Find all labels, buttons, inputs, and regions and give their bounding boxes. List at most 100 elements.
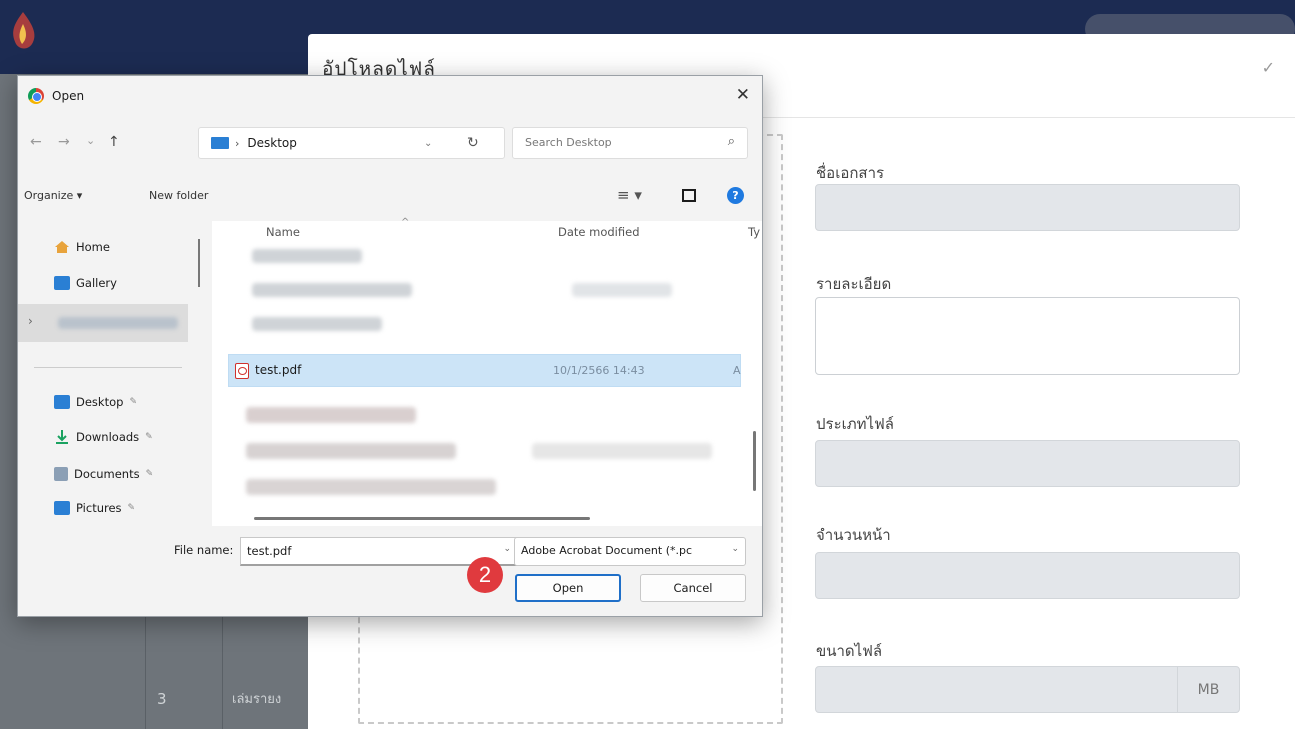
file-list: Name ^ Date modified Ty test.pdf 10/1/25… <box>212 217 762 526</box>
nav-item-documents[interactable]: Documents ✎ <box>54 464 153 484</box>
file-size-field[interactable]: MB <box>815 666 1240 713</box>
column-header-name[interactable]: Name <box>266 225 300 239</box>
refresh-icon[interactable]: ↻ <box>467 135 479 151</box>
search-icon: ⌕ <box>727 134 735 149</box>
pin-icon: ✎ <box>145 432 153 442</box>
close-icon[interactable]: ✓ <box>1262 58 1275 77</box>
organize-button[interactable]: Organize ▾ <box>24 189 82 202</box>
search-placeholder: Search Desktop <box>525 136 612 149</box>
table-divider <box>222 600 223 729</box>
nav-item-desktop[interactable]: Desktop ✎ <box>54 392 137 412</box>
column-header-date[interactable]: Date modified <box>558 225 640 239</box>
desktop-folder-icon <box>211 137 229 149</box>
table-divider <box>145 600 146 729</box>
nav-item-label: Desktop <box>76 395 124 409</box>
forward-arrow-icon[interactable]: → <box>58 134 70 150</box>
nav-item-label: Home <box>76 240 110 254</box>
nav-item-selected[interactable]: › <box>18 304 188 342</box>
doc-name-field[interactable] <box>815 184 1240 231</box>
up-arrow-icon[interactable]: ↑ <box>108 134 120 150</box>
blurred-file <box>246 479 496 495</box>
file-type-label: ประเภทไฟล์ <box>816 415 894 433</box>
app-logo-icon <box>13 12 35 49</box>
cancel-button[interactable]: Cancel <box>640 574 746 602</box>
pin-icon: ✎ <box>129 397 137 407</box>
dialog-footer: File name: test.pdf ⌄ Adobe Acrobat Docu… <box>18 526 762 616</box>
table-row-title: เล่มรายง <box>232 692 282 707</box>
pin-icon: ✎ <box>145 469 154 479</box>
expand-chevron-icon[interactable]: › <box>28 314 33 328</box>
horizontal-scrollbar[interactable] <box>254 517 590 520</box>
nav-item-pictures[interactable]: Pictures ✎ <box>54 501 135 515</box>
blurred-item <box>58 317 178 329</box>
chevron-down-icon[interactable]: ⌄ <box>503 544 511 554</box>
blurred-file <box>246 443 456 459</box>
home-icon <box>55 241 69 253</box>
file-date: 10/1/2566 14:43 <box>553 364 645 377</box>
nav-item-label: Downloads <box>76 430 140 444</box>
dialog-titlebar[interactable]: Open ✕ <box>18 76 762 116</box>
sort-ascending-icon: ^ <box>401 217 410 228</box>
pdf-file-icon <box>235 363 249 379</box>
preview-pane-icon[interactable] <box>682 189 696 202</box>
chrome-icon <box>28 88 44 104</box>
view-options-icon[interactable]: ≡ ▾ <box>617 186 642 204</box>
pictures-icon <box>54 501 70 515</box>
nav-item-downloads[interactable]: Downloads ✎ <box>54 427 153 447</box>
file-row-selected[interactable]: test.pdf 10/1/2566 14:43 A <box>228 354 741 387</box>
blurred-file <box>252 283 412 297</box>
file-type: A <box>733 364 741 377</box>
navigation-pane: Home Gallery › Desktop ✎ Downloads ✎ Doc… <box>18 221 188 526</box>
navigation-bar: ← → ⌄ ↑ › Desktop ⌄ ↻ Search Desktop ⌕ <box>18 124 762 164</box>
doc-name-label: ชื่อเอกสาร <box>816 164 885 182</box>
chevron-down-icon: ⌄ <box>731 544 739 554</box>
file-type-select[interactable]: Adobe Acrobat Document (*.pc ⌄ <box>514 537 746 566</box>
dialog-title: Open <box>52 89 85 103</box>
downloads-icon <box>56 430 68 444</box>
blurred-date <box>572 283 672 297</box>
page-count-field[interactable] <box>815 552 1240 599</box>
pane-splitter[interactable] <box>198 239 200 287</box>
back-arrow-icon[interactable]: ← <box>30 134 42 150</box>
help-icon[interactable]: ? <box>727 187 744 204</box>
breadcrumb-desktop[interactable]: Desktop <box>247 136 297 150</box>
blurred-file <box>252 249 362 263</box>
open-file-dialog: Open ✕ ← → ⌄ ↑ › Desktop ⌄ ↻ Search Desk… <box>17 75 763 617</box>
file-name-label: File name: <box>174 543 234 557</box>
pin-icon: ✎ <box>127 503 136 513</box>
desktop-folder-icon <box>54 395 70 409</box>
step-badge: 2 <box>467 557 503 593</box>
file-size-unit: MB <box>1177 667 1239 712</box>
nav-item-label: Gallery <box>76 276 117 290</box>
table-row-number: 3 <box>157 690 167 708</box>
blurred-file <box>246 407 416 423</box>
command-bar: Organize ▾ New folder ≡ ▾ ? <box>18 182 762 212</box>
dialog-close-button[interactable]: ✕ <box>736 85 750 105</box>
open-button[interactable]: Open <box>515 574 621 602</box>
vertical-scrollbar[interactable] <box>753 431 756 491</box>
file-type-field[interactable] <box>815 440 1240 487</box>
description-textarea[interactable] <box>815 297 1240 375</box>
nav-item-home[interactable]: Home <box>54 237 110 257</box>
column-header-type[interactable]: Ty <box>748 225 760 239</box>
file-size-label: ขนาดไฟล์ <box>816 642 883 660</box>
nav-item-label: Documents <box>74 467 140 481</box>
blurred-file <box>252 317 382 331</box>
gallery-icon <box>54 276 70 290</box>
nav-item-label: Pictures <box>76 501 122 515</box>
description-label: รายละเอียด <box>816 275 892 293</box>
chevron-down-icon[interactable]: ⌄ <box>424 138 432 149</box>
breadcrumb-separator: › <box>235 136 240 150</box>
address-bar[interactable]: › Desktop ⌄ ↻ <box>198 127 505 159</box>
blurred-date <box>532 443 712 459</box>
recent-locations-icon[interactable]: ⌄ <box>86 134 95 147</box>
file-type-value: Adobe Acrobat Document (*.pc <box>521 544 693 557</box>
file-name: test.pdf <box>255 363 302 377</box>
documents-icon <box>54 467 68 481</box>
page-count-label: จำนวนหน้า <box>816 526 891 544</box>
new-folder-button[interactable]: New folder <box>149 189 208 202</box>
file-name-value: test.pdf <box>247 544 292 558</box>
nav-item-gallery[interactable]: Gallery <box>54 273 117 293</box>
search-input[interactable]: Search Desktop ⌕ <box>512 127 748 159</box>
nav-divider <box>34 367 182 368</box>
